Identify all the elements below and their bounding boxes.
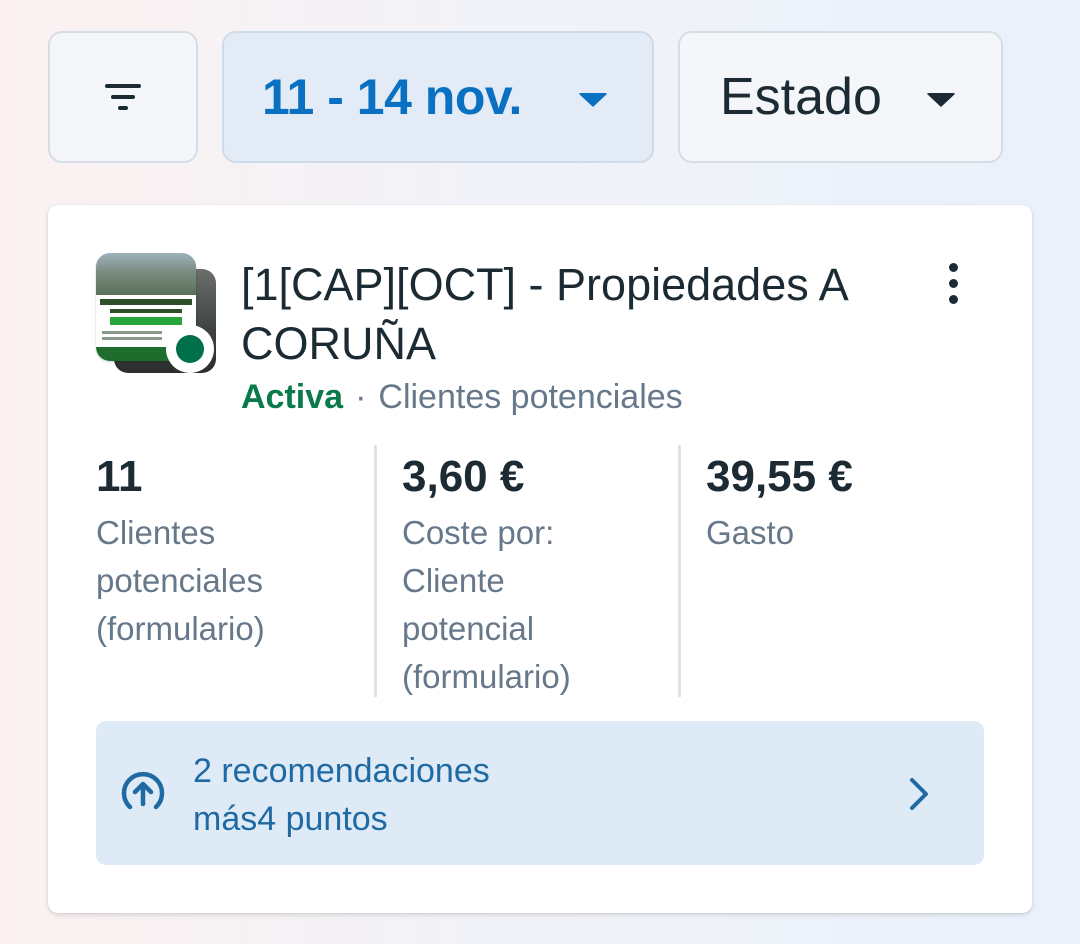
caret-down-icon	[926, 93, 956, 107]
status-separator: ·	[355, 378, 367, 416]
caret-down-icon	[578, 93, 608, 107]
date-range-dropdown[interactable]: 11 - 14 nov.	[222, 31, 654, 163]
active-status-dot	[166, 325, 214, 373]
recommendations-points: más4 puntos	[193, 800, 388, 838]
metric-value: 39,55 €	[706, 452, 853, 501]
campaign-title[interactable]: [1[CAP][OCT] - Propiedades A CORUÑA	[241, 255, 881, 373]
state-dropdown[interactable]: Estado	[678, 31, 1003, 163]
filter-button[interactable]	[48, 31, 198, 163]
metrics-row: 11 Clientes potenciales (formulario) 3,6…	[96, 445, 984, 697]
metric-value: 11	[96, 452, 143, 501]
thumbnail-subline	[110, 309, 182, 313]
metric-cost-per-lead: 3,60 € Coste por: Cliente potencial (for…	[374, 445, 678, 697]
recommendations-text: 2 recomendaciones más4 puntos	[193, 747, 490, 843]
thumbnail-highlight	[110, 317, 182, 325]
metric-label: Clientes potenciales (formulario)	[96, 514, 265, 647]
campaign-card[interactable]: [1[CAP][OCT] - Propiedades A CORUÑA Acti…	[48, 205, 1032, 913]
filter-lines-icon	[105, 84, 141, 110]
metric-value: 3,60 €	[402, 452, 525, 501]
recommendations-count: 2 recomendaciones	[193, 752, 490, 790]
metric-label: Gasto	[706, 514, 795, 551]
metric-leads: 11 Clientes potenciales (formulario)	[96, 445, 376, 697]
metric-spend: 39,55 € Gasto	[678, 445, 982, 697]
thumbnail-headline	[100, 299, 192, 305]
thumbnail-photo	[96, 253, 196, 295]
arrow-up-circle-icon	[121, 771, 165, 810]
campaign-thumbnail	[96, 253, 218, 375]
recommendations-banner[interactable]: 2 recomendaciones más4 puntos	[96, 721, 984, 865]
chevron-right-icon	[910, 778, 928, 810]
more-options-icon[interactable]	[928, 255, 978, 311]
status-badge: Activa	[241, 378, 344, 416]
thumbnail-text-1	[102, 331, 162, 334]
date-range-label: 11 - 14 nov.	[262, 69, 522, 125]
thumbnail-text-2	[102, 337, 162, 340]
metric-label: Coste por: Cliente potencial (formulario…	[402, 514, 571, 695]
campaign-status-line: Activa · Clientes potenciales	[241, 377, 683, 417]
campaign-objective: Clientes potenciales	[378, 378, 683, 416]
state-label: Estado	[720, 68, 882, 126]
